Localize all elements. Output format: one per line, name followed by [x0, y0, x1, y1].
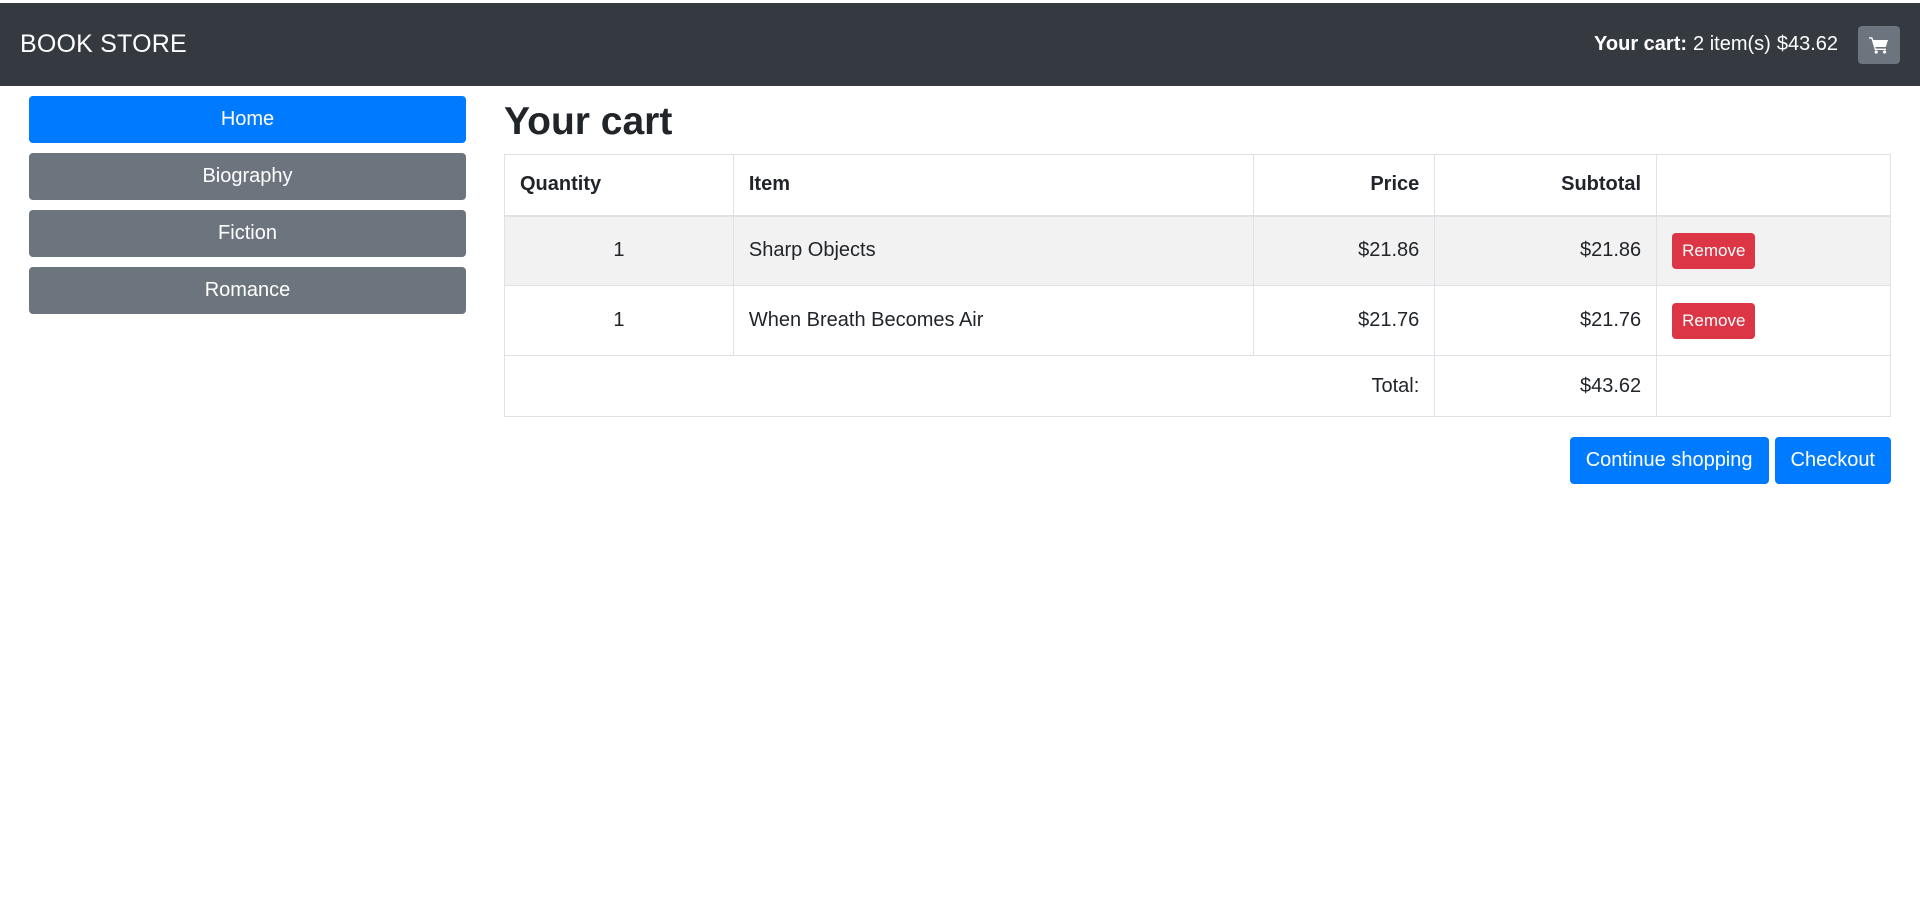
cart-summary: Your cart: 2 item(s) $43.62	[1594, 25, 1900, 64]
header-subtotal: Subtotal	[1434, 154, 1658, 217]
cart-item-count: 2 item(s)	[1693, 33, 1771, 55]
cart-table: Quantity Item Price Subtotal 1 Sharp Obj…	[503, 154, 1891, 417]
table-row: 1 When Breath Becomes Air $21.76 $21.76 …	[504, 285, 1891, 356]
sidebar-item-fiction[interactable]: Fiction	[29, 210, 466, 257]
cart-summary-label: Your cart:	[1594, 33, 1688, 55]
cell-price: $21.86	[1253, 215, 1436, 286]
cell-quantity: 1	[504, 215, 734, 286]
cell-item: Sharp Objects	[732, 215, 1255, 286]
header-item: Item	[732, 154, 1255, 217]
sidebar-item-home[interactable]: Home	[29, 96, 466, 143]
cell-price: $21.76	[1253, 285, 1436, 356]
sidebar-item-romance[interactable]: Romance	[29, 267, 466, 314]
table-total-row: Total: $43.62	[503, 355, 1891, 417]
table-header-row: Quantity Item Price Subtotal	[504, 154, 1891, 217]
brand-logo-text[interactable]: BOOK STORE	[20, 30, 187, 59]
top-navbar: BOOK STORE Your cart: 2 item(s) $43.62	[0, 3, 1920, 86]
total-label: Total:	[503, 355, 1436, 417]
main-content: Your cart Quantity Item Price Subtotal 1…	[503, 96, 1891, 484]
cell-item: When Breath Becomes Air	[732, 285, 1255, 356]
cart-actions: Continue shopping Checkout	[504, 437, 1891, 484]
remove-button[interactable]: Remove	[1672, 302, 1756, 339]
cell-action: Remove	[1656, 285, 1891, 356]
category-sidebar: Home Biography Fiction Romance	[29, 96, 466, 324]
remove-button[interactable]: Remove	[1672, 232, 1756, 269]
table-row: 1 Sharp Objects $21.86 $21.86 Remove	[504, 215, 1891, 286]
header-price: Price	[1253, 154, 1436, 217]
header-actions	[1656, 154, 1891, 217]
cell-subtotal: $21.76	[1434, 285, 1658, 356]
continue-shopping-button[interactable]: Continue shopping	[1569, 437, 1769, 484]
cell-quantity: 1	[504, 285, 734, 356]
header-quantity: Quantity	[504, 154, 734, 217]
cart-button[interactable]	[1858, 25, 1900, 64]
sidebar-item-biography[interactable]: Biography	[29, 153, 466, 200]
cart-summary-total: $43.62	[1776, 33, 1838, 55]
checkout-button[interactable]: Checkout	[1774, 437, 1891, 484]
shopping-cart-icon	[1869, 36, 1888, 54]
cell-action: Remove	[1656, 215, 1891, 286]
total-value: $43.62	[1434, 355, 1658, 417]
page-title: Your cart	[504, 100, 673, 143]
total-empty-cell	[1656, 355, 1891, 417]
cell-subtotal: $21.86	[1434, 215, 1658, 286]
